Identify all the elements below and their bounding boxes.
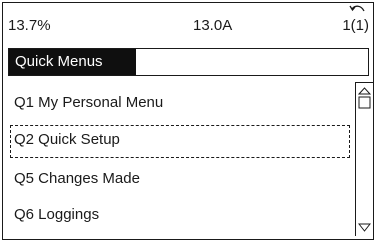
- scroll-up-icon[interactable]: [358, 87, 371, 111]
- menu-item-q1[interactable]: Q1 My Personal Menu: [14, 94, 163, 111]
- status-bar: 13.7% 13.0A 1(1): [8, 17, 369, 41]
- menu-item-q5[interactable]: Q5 Changes Made: [14, 170, 140, 187]
- scroll-down-icon[interactable]: [358, 223, 371, 232]
- scrollbar[interactable]: [355, 82, 373, 236]
- menu-list: Q1 My Personal Menu Q2 Quick Setup Q5 Ch…: [8, 82, 353, 234]
- status-page: 1(1): [342, 17, 369, 34]
- menu-item-q6[interactable]: Q6 Loggings: [14, 206, 99, 223]
- menu-title: Quick Menus: [9, 49, 136, 75]
- menu-title-bar: Quick Menus: [8, 48, 369, 76]
- back-arrow-icon[interactable]: [349, 4, 367, 16]
- status-percent: 13.7%: [8, 17, 51, 34]
- menu-item-q2[interactable]: Q2 Quick Setup: [14, 131, 120, 148]
- status-current: 13.0A: [193, 17, 233, 34]
